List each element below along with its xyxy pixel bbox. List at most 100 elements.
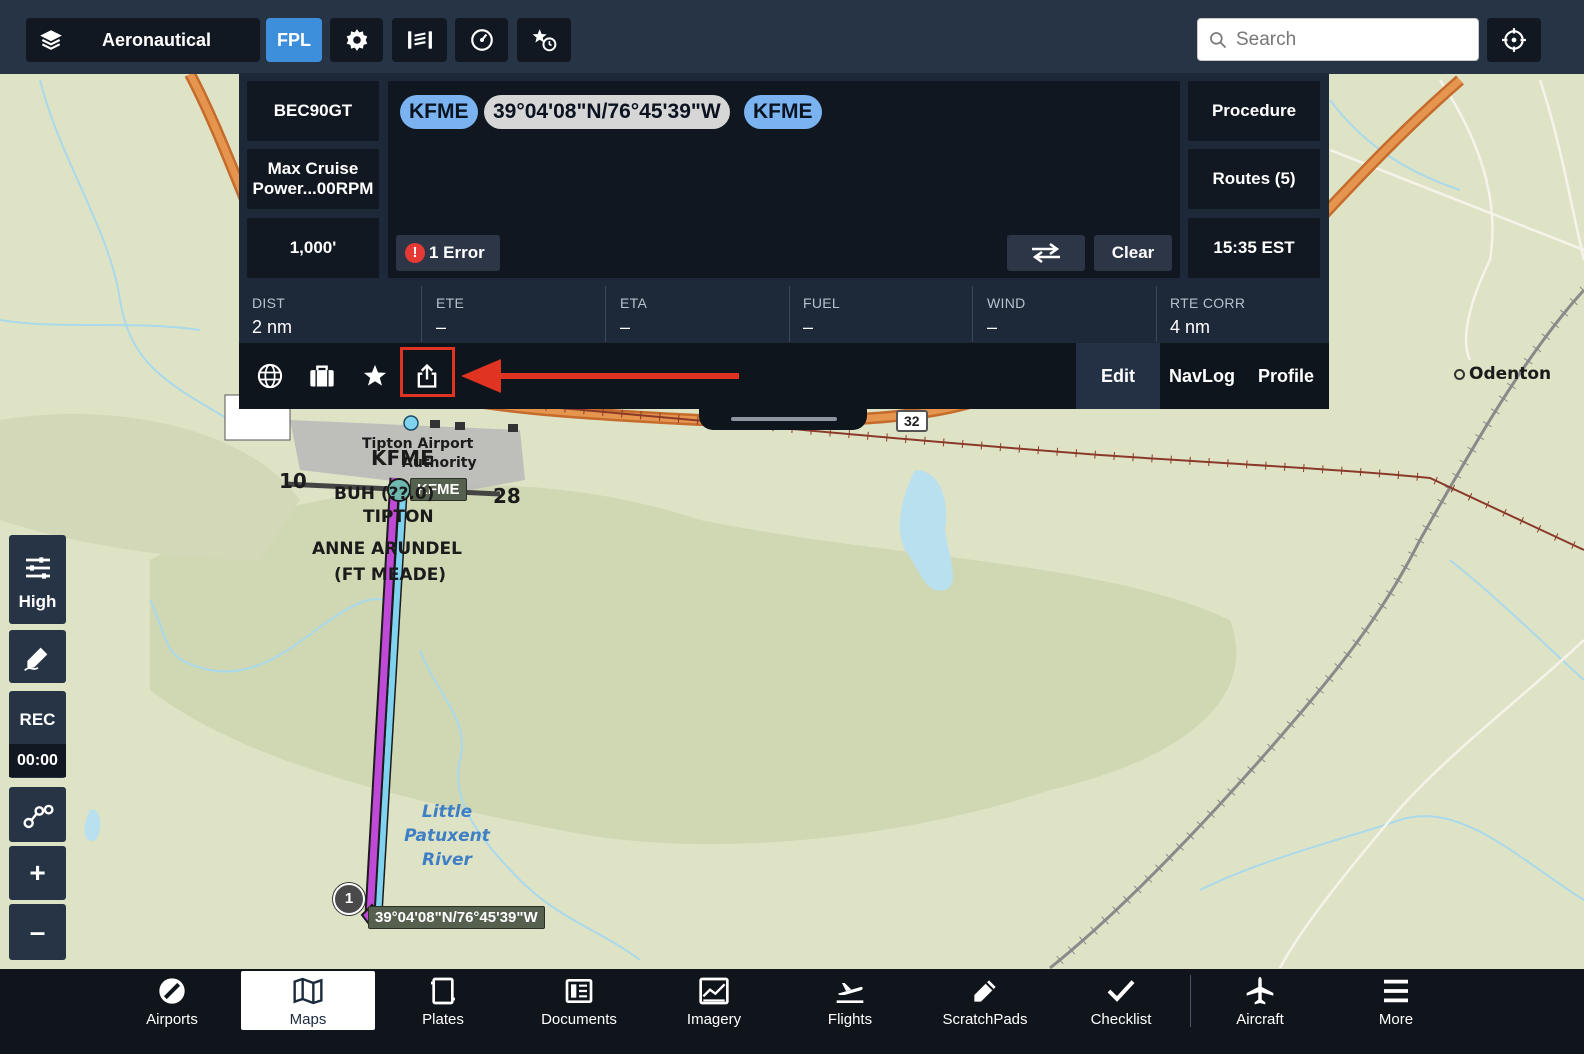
error-alert-icon: ! xyxy=(405,243,425,263)
tab-flights[interactable]: Flights xyxy=(783,971,917,1030)
reverse-route-button[interactable] xyxy=(1007,235,1085,271)
favorite-button[interactable] xyxy=(358,359,392,393)
checklist-icon xyxy=(1107,980,1135,1002)
routes-button[interactable]: Routes (5) xyxy=(1188,149,1320,209)
tab-aircraft-label: Aircraft xyxy=(1236,1011,1284,1028)
search-field[interactable] xyxy=(1197,18,1479,61)
route-tool-button[interactable] xyxy=(9,787,66,842)
waypoint-sequence-marker[interactable]: 1 xyxy=(333,883,365,915)
top-toolbar: Aeronautical FPL xyxy=(0,0,1584,74)
town-dot-icon xyxy=(1454,368,1465,380)
route-editor[interactable]: KFME 39°04'08"N/76°45'39"W KFME ! 1 Erro… xyxy=(388,81,1180,278)
tab-aircraft[interactable]: Aircraft xyxy=(1193,971,1327,1030)
tab-airports[interactable]: Airports xyxy=(105,971,239,1030)
tab-documents[interactable]: Documents xyxy=(512,971,646,1030)
stat-eta: ETA – xyxy=(607,286,790,342)
draw-button[interactable] xyxy=(9,630,66,683)
sliders-icon xyxy=(25,556,50,579)
airport-id-label[interactable]: KFME xyxy=(371,446,434,470)
drag-grip xyxy=(731,417,837,421)
tab-checklist[interactable]: Checklist xyxy=(1054,971,1188,1030)
zoom-in-button[interactable]: + xyxy=(9,846,66,900)
rec-timer: 00:00 xyxy=(9,744,66,777)
star-clock-icon xyxy=(532,29,557,52)
error-label: 1 Error xyxy=(429,243,485,262)
stat-eta-value: – xyxy=(620,317,631,337)
navlog-button[interactable]: NavLog xyxy=(1164,343,1240,409)
time-button[interactable]: 15:35 EST xyxy=(1188,218,1320,278)
briefcase-icon xyxy=(310,365,334,387)
settings-button[interactable] xyxy=(330,18,383,62)
swap-arrows-icon xyxy=(1032,242,1060,264)
river-label-line2: River xyxy=(422,850,472,870)
search-icon xyxy=(1210,31,1227,48)
route-waypoint-destination[interactable]: KFME xyxy=(744,95,822,129)
fpl-button[interactable]: FPL xyxy=(266,18,322,62)
runway-10-label: 10 xyxy=(279,469,307,493)
imagery-icon xyxy=(699,977,729,1005)
edit-button[interactable]: Edit xyxy=(1076,343,1160,409)
instruments-button[interactable] xyxy=(455,18,508,62)
stat-dist-value: 2 nm xyxy=(252,317,293,337)
tab-plates[interactable]: Plates xyxy=(376,971,510,1030)
plates-icon xyxy=(431,977,455,1005)
tab-scratchpads[interactable]: ScratchPads xyxy=(918,971,1052,1030)
tab-maps[interactable]: Maps xyxy=(241,971,375,1030)
tab-checklist-label: Checklist xyxy=(1090,1011,1152,1028)
layers-label: Aeronautical xyxy=(102,29,212,50)
gear-icon xyxy=(346,29,367,51)
globe-button[interactable] xyxy=(253,359,287,393)
stat-rte-corr-key: RTE CORR xyxy=(1170,295,1246,311)
route-waypoint-coordinate[interactable]: 39°04'08"N/76°45'39"W xyxy=(484,95,730,129)
runway-overlay-icon xyxy=(407,31,432,49)
zoom-out-button[interactable]: – xyxy=(9,904,66,960)
tab-imagery[interactable]: Imagery xyxy=(647,971,781,1030)
search-input[interactable] xyxy=(1234,27,1468,52)
panel-drag-handle[interactable] xyxy=(699,400,867,430)
stat-dist-key: DIST xyxy=(252,295,286,311)
aircraft-icon xyxy=(1246,977,1274,1005)
record-button[interactable]: REC 00:00 xyxy=(9,691,66,778)
star-icon xyxy=(363,364,387,386)
share-highlight-box xyxy=(400,347,455,397)
route-nodes-icon xyxy=(22,804,54,828)
tab-divider xyxy=(1190,975,1191,1027)
stat-fuel: FUEL – xyxy=(790,286,973,342)
tab-airports-label: Airports xyxy=(146,1011,198,1028)
tab-imagery-label: Imagery xyxy=(686,1011,742,1028)
overlays-button[interactable] xyxy=(392,18,447,62)
tab-more[interactable]: More xyxy=(1329,971,1463,1030)
route-waypoint-departure[interactable]: KFME xyxy=(400,95,478,129)
briefcase-button[interactable] xyxy=(305,359,339,393)
stat-fuel-key: FUEL xyxy=(803,295,840,311)
odenton-label: Odenton xyxy=(1454,364,1551,384)
globe-icon xyxy=(257,363,283,389)
profile-button[interactable]: Profile xyxy=(1247,343,1325,409)
river-label-line1: Little Patuxent xyxy=(404,802,490,846)
stat-dist: DIST 2 nm xyxy=(239,286,422,342)
odenton-text: Odenton xyxy=(1469,364,1552,384)
anne-arundel-label: ANNE ARUNDEL xyxy=(312,539,462,559)
stat-fuel-value: – xyxy=(803,317,814,337)
map-settings-button[interactable]: High xyxy=(9,535,66,624)
coordinate-waypoint-tag[interactable]: 39°04'08"N/76°45'39"W xyxy=(368,906,545,929)
stat-wind: WIND – xyxy=(974,286,1157,342)
clear-button[interactable]: Clear xyxy=(1094,235,1172,271)
locate-button[interactable] xyxy=(1487,18,1541,62)
recents-button[interactable] xyxy=(517,18,571,62)
altitude-button[interactable]: 1,000' xyxy=(247,218,379,278)
vor-buh-label[interactable]: BUH (??.0) xyxy=(334,484,434,504)
pencil-icon xyxy=(23,647,47,671)
power-setting-button[interactable]: Max Cruise Power...00RPM xyxy=(247,149,379,209)
tab-flights-label: Flights xyxy=(827,1011,873,1028)
error-button[interactable]: ! 1 Error xyxy=(396,235,500,271)
aircraft-button[interactable]: BEC90GT xyxy=(247,81,379,141)
layers-button[interactable]: Aeronautical xyxy=(26,18,260,62)
annotation-arrow-icon xyxy=(461,359,739,393)
airports-icon xyxy=(159,978,185,1004)
tab-documents-label: Documents xyxy=(541,1011,617,1028)
stat-ete: ETE – xyxy=(423,286,606,342)
scratchpads-icon xyxy=(974,980,996,1002)
procedure-button[interactable]: Procedure xyxy=(1188,81,1320,141)
runway-28-label: 28 xyxy=(493,484,521,508)
